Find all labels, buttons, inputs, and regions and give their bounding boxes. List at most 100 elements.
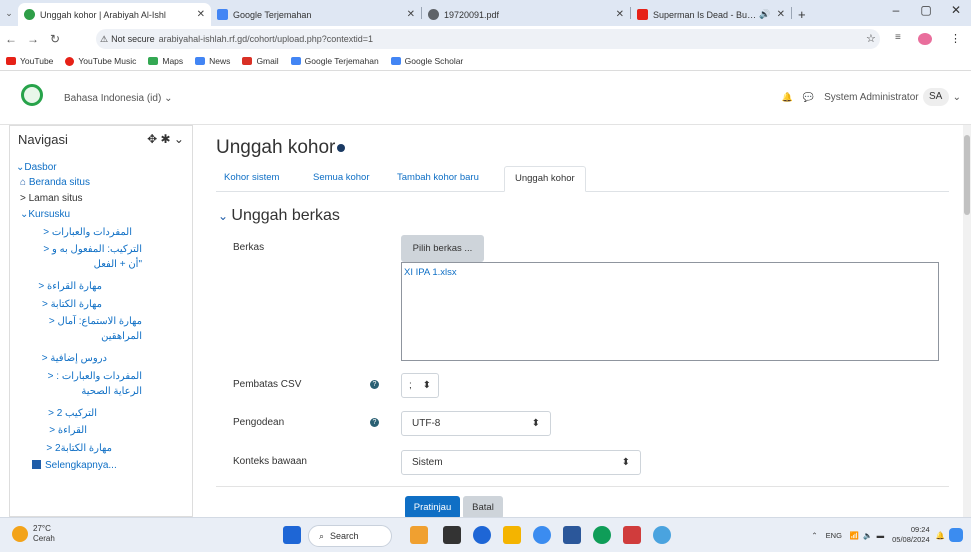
sidebar-item-course-2[interactable]: التركيب: المفعول به و < "أن + الفعل bbox=[32, 242, 142, 272]
sidebar-item-kursusku[interactable]: ⌄Kursusku bbox=[20, 209, 70, 220]
sidebar-item-laman[interactable]: > Laman situs bbox=[20, 193, 83, 204]
tab-list-chevron-icon[interactable]: ⌄ bbox=[0, 8, 18, 19]
sidebar-item-beranda[interactable]: ⌂ Beranda situs bbox=[20, 177, 90, 188]
bookmark-label: Gmail bbox=[256, 56, 279, 66]
block-tools-icon[interactable]: ✥ ✱ ⌄ bbox=[147, 132, 184, 146]
tab-kohor-sistem[interactable]: Kohor sistem bbox=[224, 172, 279, 183]
csv-delimiter-select[interactable]: ; ⬍ bbox=[401, 373, 439, 398]
taskbar-search[interactable]: ⌕ Search bbox=[308, 525, 392, 547]
copilot-icon[interactable] bbox=[949, 528, 963, 542]
windows-start-icon[interactable] bbox=[283, 526, 301, 544]
sidebar-item-course-8[interactable]: التركيب 2 < bbox=[32, 406, 97, 421]
encoding-select[interactable]: UTF-8 ⬍ bbox=[401, 411, 551, 436]
sidebar-item-course-6[interactable]: دروس إضافية < bbox=[32, 351, 107, 366]
language-menu[interactable]: Bahasa Indonesia (id) ⌄ bbox=[64, 93, 172, 104]
close-tab-icon[interactable]: ✕ bbox=[197, 9, 205, 20]
page-title: Unggah kohor bbox=[216, 137, 346, 159]
clock[interactable]: 09:24 05/08/2024 bbox=[892, 525, 930, 545]
bell-icon[interactable]: 🔔 bbox=[782, 92, 793, 103]
app-icon-3[interactable] bbox=[473, 526, 491, 544]
app-icon-2[interactable] bbox=[443, 526, 461, 544]
uploaded-file-link[interactable]: XI IPA 1.xlsx bbox=[404, 267, 457, 278]
sidebar-item-course-5[interactable]: مهارة الاستماع: آمال < المراهقين bbox=[32, 314, 142, 344]
bookmark-scholar[interactable]: Google Scholar bbox=[390, 56, 463, 66]
app-icon-9[interactable] bbox=[653, 526, 671, 544]
choose-file-button[interactable]: Pilih berkas ... bbox=[401, 235, 484, 262]
cancel-button[interactable]: Batal bbox=[463, 496, 503, 519]
bookmark-news[interactable]: News bbox=[195, 56, 230, 66]
tab-unggah-kohor[interactable]: Unggah kohor bbox=[504, 166, 586, 192]
app-icon-8[interactable] bbox=[623, 526, 641, 544]
battery-icon[interactable]: ▬ bbox=[877, 531, 885, 540]
url-field[interactable]: ⚠ Not secure arabiyahal-ishlah.rf.gd/coh… bbox=[96, 29, 880, 49]
bookmark-translate[interactable]: Google Terjemahan bbox=[290, 56, 379, 66]
bookmark-gmail[interactable]: Gmail bbox=[242, 56, 279, 66]
bookmark-maps[interactable]: Maps bbox=[148, 56, 183, 66]
gmail-icon bbox=[242, 57, 253, 65]
sidebar-item-more[interactable]: Selengkapnya... bbox=[32, 460, 117, 471]
browser-tab-1[interactable]: Unggah kohor | Arabiyah Al-Ishl ✕ bbox=[18, 3, 211, 26]
section-title: Unggah berkas bbox=[231, 207, 340, 224]
notification-icon[interactable]: 🔔 bbox=[936, 531, 945, 540]
sidebar-item-course-1[interactable]: المفردات والعبارات < bbox=[32, 225, 132, 240]
file-explorer-icon[interactable] bbox=[503, 526, 521, 544]
word-icon[interactable] bbox=[563, 526, 581, 544]
bookmark-youtube-music[interactable]: YouTube Music bbox=[65, 56, 136, 66]
select-arrows-icon: ⬍ bbox=[621, 457, 630, 468]
chrome-icon[interactable] bbox=[533, 526, 551, 544]
weather-widget[interactable]: 27°C Cerah bbox=[12, 524, 55, 544]
close-window-icon[interactable]: ✕ bbox=[941, 3, 971, 17]
section-header[interactable]: ⌄ Unggah berkas bbox=[218, 207, 340, 225]
back-icon[interactable]: ← bbox=[0, 32, 22, 46]
chevron-up-icon[interactable]: ⌃ bbox=[811, 531, 817, 540]
window-controls: – ▢ ✕ bbox=[881, 3, 971, 17]
sidebar-item-dasbor[interactable]: ⌄Dasbor bbox=[16, 162, 57, 173]
translate-favicon-icon bbox=[217, 9, 228, 20]
app-icon-1[interactable] bbox=[410, 526, 428, 544]
help-icon[interactable]: ? bbox=[370, 418, 379, 427]
new-tab-button[interactable]: + bbox=[792, 3, 812, 26]
bookmark-star-icon[interactable]: ☆ bbox=[866, 32, 876, 45]
wifi-icon[interactable]: 📶 bbox=[850, 531, 859, 540]
profile-icon[interactable] bbox=[918, 33, 932, 45]
reload-icon[interactable]: ↻ bbox=[44, 32, 66, 46]
browser-tab-3[interactable]: 19720091.pdf ✕ bbox=[422, 3, 630, 26]
page-scrollbar[interactable] bbox=[963, 125, 971, 517]
browser-tab-2[interactable]: Google Terjemahan ✕ bbox=[211, 3, 421, 26]
help-icon[interactable] bbox=[337, 143, 346, 152]
user-menu[interactable]: 🔔 💬 System Administrator SA ⌄ bbox=[782, 88, 961, 106]
message-icon[interactable]: 💬 bbox=[803, 92, 814, 103]
forward-icon[interactable]: → bbox=[22, 32, 44, 46]
close-tab-icon[interactable]: ✕ bbox=[407, 9, 415, 20]
select-value: ; bbox=[409, 380, 412, 391]
sidebar-item-course-3[interactable]: مهارة القراءة < bbox=[32, 279, 102, 294]
preview-button[interactable]: Pratinjau bbox=[405, 496, 460, 519]
help-icon[interactable]: ? bbox=[370, 380, 379, 389]
language-indicator[interactable]: ENG bbox=[826, 531, 842, 540]
scrollbar-thumb[interactable] bbox=[964, 135, 970, 215]
sidebar-item-course-10[interactable]: مهارة الكتابة2 < bbox=[32, 441, 112, 456]
bookmark-youtube[interactable]: YouTube bbox=[6, 56, 53, 66]
sidebar-item-course-7[interactable]: المفردات والعبارات : < الرعاية الصحية bbox=[32, 369, 142, 399]
volume-icon[interactable]: 🔈 bbox=[863, 531, 872, 540]
tab-tambah-kohor[interactable]: Tambah kohor baru bbox=[397, 172, 479, 183]
sidebar-item-course-9[interactable]: القراءة < bbox=[32, 423, 87, 438]
extension-icon[interactable]: ≡ bbox=[895, 32, 901, 43]
sidebar-item-course-4[interactable]: مهارة الكتابة < bbox=[32, 297, 102, 312]
close-tab-icon[interactable]: ✕ bbox=[616, 9, 624, 20]
context-select[interactable]: Sistem ⬍ bbox=[401, 450, 641, 475]
chevron-down-icon: ⌄ bbox=[218, 209, 232, 223]
browser-tab-4[interactable]: Superman Is Dead - Bulan & 🔊 ✕ bbox=[631, 3, 791, 26]
file-drop-area[interactable]: XI IPA 1.xlsx bbox=[401, 262, 939, 361]
minimize-icon[interactable]: – bbox=[881, 3, 911, 17]
site-logo[interactable] bbox=[21, 84, 43, 106]
system-tray: ⌃ ENG 📶 🔈 ▬ 09:24 05/08/2024 🔔 bbox=[811, 525, 963, 545]
user-menu-chevron-icon[interactable]: ⌄ bbox=[953, 92, 961, 103]
restore-icon[interactable]: ▢ bbox=[911, 3, 941, 17]
menu-icon[interactable]: ⋮ bbox=[950, 32, 961, 45]
avatar[interactable]: SA bbox=[922, 88, 949, 106]
url-text: arabiyahal-ishlah.rf.gd/cohort/upload.ph… bbox=[158, 34, 374, 44]
app-icon-7[interactable] bbox=[593, 526, 611, 544]
tab-semua-kohor[interactable]: Semua kohor bbox=[313, 172, 370, 183]
close-tab-icon[interactable]: ✕ bbox=[777, 9, 785, 20]
